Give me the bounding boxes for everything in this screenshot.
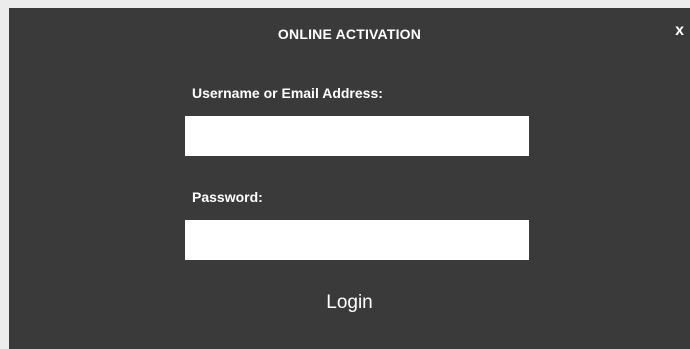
dialog-title: ONLINE ACTIVATION [277,26,422,42]
password-label: Password: [192,189,263,205]
login-button-row: Login [9,292,690,314]
username-input[interactable] [185,116,529,156]
password-input[interactable] [185,220,529,260]
login-button[interactable]: Login [316,288,383,317]
username-label: Username or Email Address: [192,85,383,101]
online-activation-dialog: ONLINE ACTIVATION x Username or Email Ad… [9,8,690,349]
close-icon[interactable]: x [675,23,684,39]
